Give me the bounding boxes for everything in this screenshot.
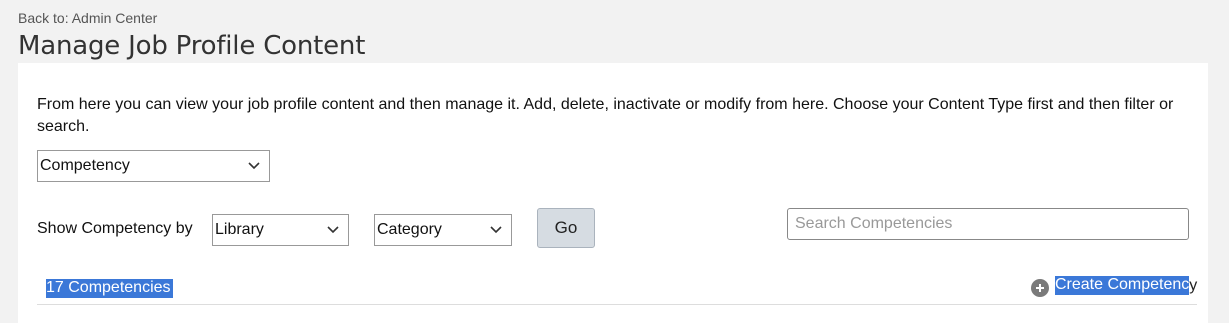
content-panel: From here you can view your job profile … [18,63,1208,323]
back-to-admin-center-link[interactable]: Back to: Admin Center [18,10,157,26]
chevron-down-icon [248,162,260,170]
competency-count: 17 Competencies [46,279,173,298]
create-competency-label-tail: y [1189,276,1198,294]
category-value: Category [377,221,442,238]
create-competency-label: Create Competenc [1055,276,1190,295]
chevron-down-icon [327,226,339,234]
library-select[interactable]: Library [212,214,349,246]
search-competencies-input[interactable] [787,208,1189,240]
library-value: Library [215,221,264,238]
divider [37,304,1197,305]
plus-circle-icon [1031,279,1049,297]
intro-description: From here you can view your job profile … [37,96,1174,135]
content-type-select[interactable]: Competency [37,150,270,182]
page-title: Manage Job Profile Content [18,31,366,61]
category-select[interactable]: Category [374,214,512,246]
chevron-down-icon [490,226,502,234]
content-type-value: Competency [40,157,130,174]
go-button[interactable]: Go [537,208,595,248]
create-competency-button[interactable]: Create Competenc y [1031,274,1197,297]
show-by-label: Show Competency by [37,220,193,237]
